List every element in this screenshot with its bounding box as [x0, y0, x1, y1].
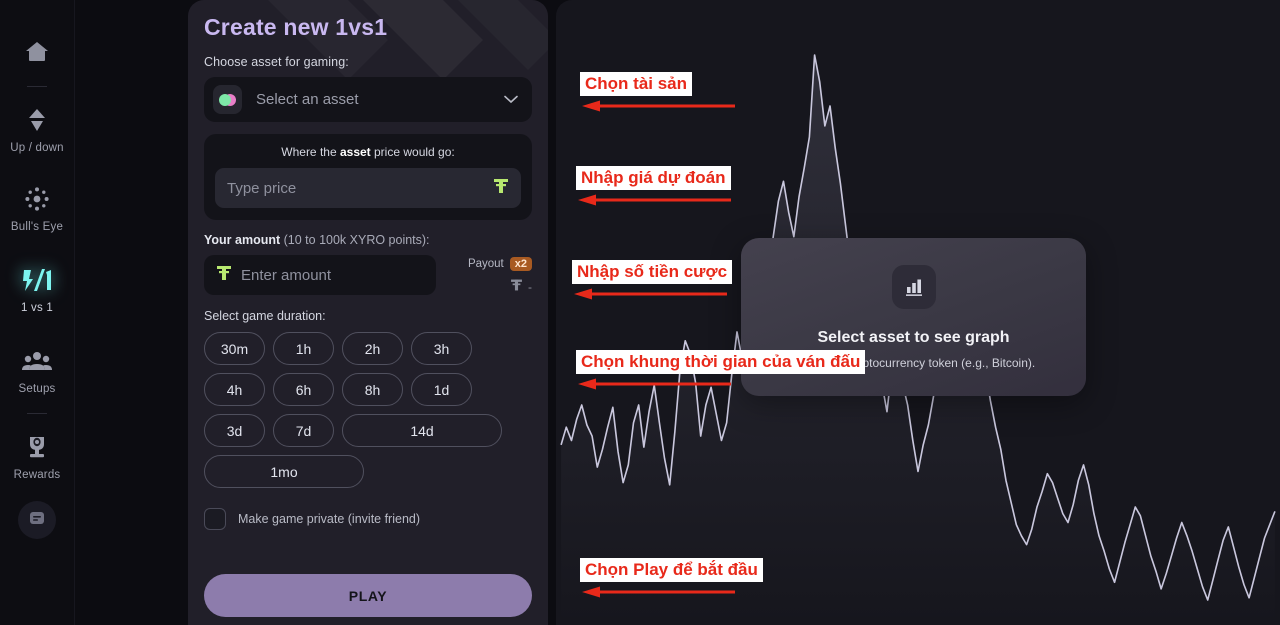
- duration-field-label: Select game duration:: [204, 309, 326, 323]
- duration-option-6h[interactable]: 6h: [273, 373, 334, 406]
- price-prediction-card: Where the asset price would go: Type pri…: [204, 134, 532, 220]
- asset-select[interactable]: Select an asset: [204, 77, 532, 122]
- price-card-title: Where the asset price would go:: [281, 145, 455, 159]
- sidebar-item-label: Up / down: [10, 142, 64, 154]
- sidebar-item-label: Setups: [18, 383, 56, 395]
- duration-option-1d[interactable]: 1d: [411, 373, 472, 406]
- annotation-label: Chọn tài sản: [580, 72, 693, 97]
- bulls-eye-icon: [23, 182, 51, 216]
- annotation-arrow-icon: [574, 288, 727, 300]
- amount-field-label: Your amount (10 to 100k XYRO points):: [204, 233, 430, 247]
- sidebar-divider-top: [27, 86, 47, 87]
- one-vs-one-icon: [20, 263, 54, 297]
- price-input[interactable]: Type price: [215, 168, 521, 208]
- price-input-placeholder: Type price: [227, 179, 297, 197]
- sidebar-item-one-vs-one[interactable]: 1 vs 1: [0, 263, 75, 314]
- chevron-down-icon[interactable]: [504, 91, 518, 109]
- xyro-token-icon: [216, 264, 232, 287]
- private-game-label: Make game private (invite friend): [238, 512, 421, 526]
- sidebar-item-rewards[interactable]: Rewards: [0, 430, 75, 481]
- duration-option-4h[interactable]: 4h: [204, 373, 265, 406]
- sidebar-item-home[interactable]: [0, 34, 75, 68]
- play-button[interactable]: PLAY: [204, 574, 532, 617]
- payout-value-row: -: [450, 278, 532, 295]
- payout-label: Payout: [467, 258, 504, 270]
- home-icon: [24, 34, 50, 68]
- duration-options: 30m 1h 2h 3h 4h 6h 8h 1d 3d 7d 14d 1mo: [204, 332, 532, 488]
- duration-option-14d[interactable]: 14d: [342, 414, 502, 447]
- annotation-label: Nhập số tiền cược: [572, 260, 733, 285]
- select-asset-card-title: Select asset to see graph: [817, 328, 1010, 346]
- amount-input-placeholder: Enter amount: [241, 266, 332, 284]
- sidebar-item-bulls-eye[interactable]: Bull's Eye: [0, 182, 75, 233]
- asset-select-placeholder: Select an asset: [256, 91, 359, 108]
- asset-pair-icon: [213, 85, 242, 114]
- duration-option-1h[interactable]: 1h: [273, 332, 334, 365]
- setups-icon: [22, 344, 52, 378]
- annotation-choose-duration: Chọn khung thời gian của ván đấu: [576, 350, 866, 391]
- sidebar: Up / down Bull's Eye 1 vs 1 Setups Rewar…: [0, 0, 75, 625]
- amount-input[interactable]: Enter amount: [204, 255, 436, 295]
- payout-box: Payout x2 -: [436, 255, 532, 295]
- duration-option-1mo[interactable]: 1mo: [204, 455, 364, 488]
- rewards-trophy-icon: [23, 430, 51, 464]
- payout-multiplier-badge: x2: [509, 257, 532, 271]
- app-root: Up / down Bull's Eye 1 vs 1 Setups Rewar…: [0, 0, 1280, 625]
- duration-option-3h[interactable]: 3h: [411, 332, 472, 365]
- sidebar-item-label: Rewards: [13, 469, 61, 481]
- annotation-label: Chọn khung thời gian của ván đấu: [576, 350, 866, 375]
- up-down-icon: [24, 103, 50, 137]
- annotation-press-play: Chọn Play để bắt đầu: [580, 558, 763, 599]
- annotation-label: Chọn Play để bắt đầu: [580, 558, 763, 583]
- annotation-arrow-icon: [578, 378, 731, 390]
- annotation-enter-price: Nhập giá dự đoán: [576, 166, 734, 207]
- annotation-arrow-icon: [582, 100, 735, 112]
- private-game-row: Make game private (invite friend): [204, 508, 532, 530]
- payout-value: -: [528, 279, 532, 294]
- duration-option-30m[interactable]: 30m: [204, 332, 265, 365]
- duration-option-2h[interactable]: 2h: [342, 332, 403, 365]
- page-title: Create new 1vs1: [204, 14, 388, 40]
- sidebar-item-up-down[interactable]: Up / down: [0, 103, 75, 154]
- annotation-enter-bet-amount: Nhập số tiền cược: [572, 260, 733, 301]
- chat-icon: [28, 509, 46, 532]
- annotation-label: Nhập giá dự đoán: [576, 166, 731, 191]
- sidebar-item-setups[interactable]: Setups: [0, 344, 75, 395]
- annotation-arrow-icon: [578, 194, 731, 206]
- xyro-token-icon: [510, 278, 523, 295]
- chat-button[interactable]: [18, 501, 56, 539]
- amount-row: Enter amount Payout x2 -: [204, 255, 532, 295]
- bar-chart-icon: [891, 264, 936, 309]
- duration-option-8h[interactable]: 8h: [342, 373, 403, 406]
- sidebar-divider-bottom: [27, 413, 47, 414]
- annotation-arrow-icon: [582, 586, 735, 598]
- private-game-checkbox[interactable]: [204, 508, 226, 530]
- xyro-token-icon: [493, 177, 509, 200]
- annotation-choose-asset: Chọn tài sản: [580, 72, 738, 113]
- duration-option-7d[interactable]: 7d: [273, 414, 334, 447]
- sidebar-item-label: Bull's Eye: [10, 221, 64, 233]
- create-game-panel: Create new 1vs1 Choose asset for gaming:…: [188, 0, 548, 625]
- asset-field-label: Choose asset for gaming:: [204, 55, 349, 69]
- sidebar-item-label: 1 vs 1: [21, 302, 53, 314]
- duration-option-3d[interactable]: 3d: [204, 414, 265, 447]
